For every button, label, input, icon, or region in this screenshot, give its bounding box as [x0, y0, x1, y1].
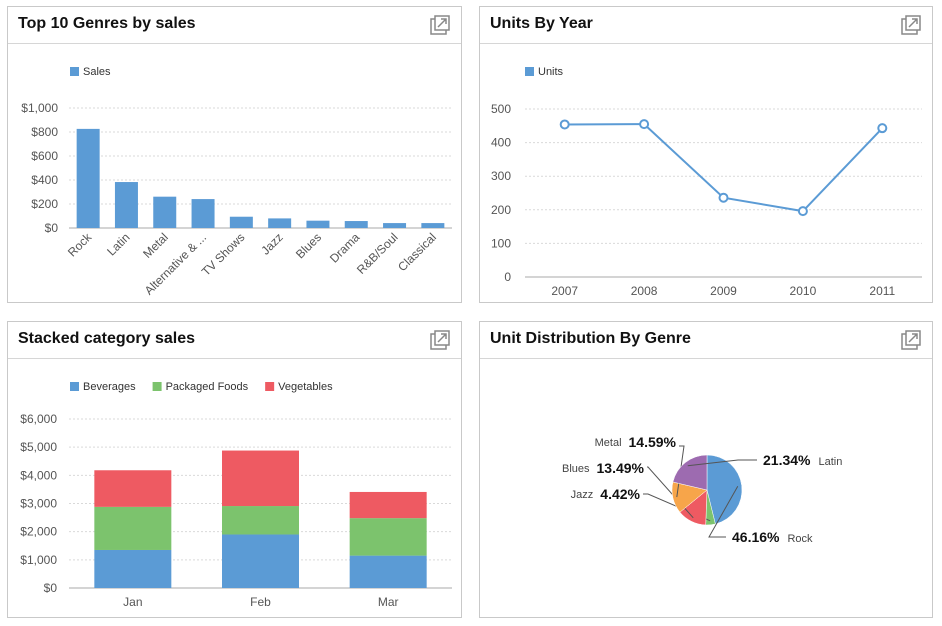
y-tick-label: $0 — [44, 581, 58, 595]
x-tick-label: 2009 — [710, 284, 737, 298]
y-tick-label: $800 — [31, 125, 58, 139]
pie-name-jazz: Jazz — [571, 489, 594, 501]
x-tick-label: Jan — [123, 595, 142, 609]
x-tick-label: Rock — [65, 230, 95, 260]
y-tick-label: 100 — [491, 236, 511, 250]
legend-swatch — [70, 67, 79, 76]
bar-tv-shows — [229, 216, 253, 228]
units-panel: Units By Year Units 0 100 200 300 400 500 2007 2… — [479, 6, 933, 303]
legend-swatch — [70, 382, 79, 391]
x-tick-label: Drama — [327, 230, 363, 266]
bar-rock — [76, 128, 100, 228]
y-tick-label: $0 — [45, 221, 59, 235]
bar-feb-beverages — [222, 534, 299, 588]
point-2011 — [877, 123, 888, 134]
expand-icon[interactable] — [429, 329, 451, 351]
expand-icon[interactable] — [429, 14, 451, 36]
bar-latin — [114, 182, 138, 228]
legend-swatch — [265, 382, 275, 391]
bar-metal — [153, 196, 177, 228]
x-tick-label: 2011 — [869, 284, 895, 298]
expand-icon[interactable] — [900, 329, 922, 351]
x-tick-label: 2007 — [551, 284, 578, 298]
bar-feb-vegetables — [222, 450, 299, 507]
bar-mar-beverages — [349, 555, 427, 588]
bar-feb-packaged-foods — [222, 506, 299, 535]
bar-alternative- — [191, 199, 215, 228]
x-tick-label: 2010 — [790, 284, 817, 298]
x-tick-label: Metal — [140, 230, 171, 261]
bar-mar-packaged-foods — [349, 518, 427, 556]
legend-swatch — [525, 67, 534, 76]
pie-name-metal: Metal — [595, 437, 622, 449]
units-line-chart: Units 0 100 200 300 400 500 2007 2008 2009 2010 201… — [491, 66, 922, 298]
genres-panel-header: Top 10 Genres by sales — [8, 7, 461, 44]
legend-label: Vegetables — [278, 381, 333, 393]
y-tick-label: $2,000 — [20, 525, 57, 539]
genres-panel: Top 10 Genres by sales Sales $0 $200 $400 $6… — [7, 6, 462, 303]
y-tick-label: $5,000 — [20, 440, 57, 454]
legend-label: Packaged Foods — [166, 381, 249, 393]
pie-name-latin: Latin — [818, 456, 842, 468]
expand-icon[interactable] — [900, 14, 922, 36]
y-tick-label: 0 — [504, 270, 511, 284]
y-tick-label: $200 — [31, 197, 58, 211]
pie-pct-metal: 14.59% — [629, 434, 677, 450]
y-tick-label: 400 — [491, 136, 511, 150]
legend-label: Beverages — [83, 381, 136, 393]
bar-drama — [344, 221, 368, 228]
genres-panel-title: Top 10 Genres by sales — [18, 15, 196, 32]
y-tick-label: $1,000 — [20, 553, 57, 567]
pie-name-blues: Blues — [562, 463, 590, 475]
point-2010 — [797, 206, 808, 217]
bar-mar-vegetables — [349, 491, 427, 519]
bar-jan-beverages — [94, 549, 172, 588]
stacked-panel: Stacked category sales Beverages Packaged… — [7, 321, 462, 618]
x-tick-label: 2008 — [631, 284, 658, 298]
x-tick-label: Jazz — [258, 230, 285, 257]
bar-jan-vegetables — [94, 470, 172, 507]
pie-pct-latin: 21.34% — [763, 452, 811, 468]
x-tick-label: Classical — [395, 230, 439, 274]
stacked-panel-header: Stacked category sales — [8, 322, 461, 359]
units-panel-header: Units By Year — [480, 7, 932, 44]
y-tick-label: $4,000 — [20, 468, 57, 482]
stacked-panel-title: Stacked category sales — [18, 330, 195, 347]
point-2009 — [718, 192, 729, 203]
y-tick-label: $3,000 — [20, 497, 57, 511]
x-tick-label: Feb — [250, 595, 271, 609]
point-2008 — [639, 119, 650, 130]
y-tick-label: 300 — [491, 169, 511, 183]
x-tick-label: Blues — [293, 230, 324, 261]
legend-swatch — [152, 382, 162, 391]
units-panel-title: Units By Year — [490, 15, 593, 32]
y-tick-label: $1,000 — [21, 101, 58, 115]
pie-pct-blues: 13.49% — [597, 460, 645, 476]
x-tick-label: Latin — [104, 230, 132, 258]
y-tick-label: $400 — [31, 173, 58, 187]
bar-r-b-soul — [383, 223, 407, 228]
bar-classical — [421, 223, 445, 228]
dist-panel: Unit Distribution By Genre 46.16% Rock 4.4… — [479, 321, 933, 618]
point-2007 — [559, 119, 570, 130]
y-tick-label: 200 — [491, 203, 511, 217]
x-tick-label: Mar — [378, 595, 399, 609]
bar-jan-packaged-foods — [94, 506, 172, 550]
bar-jazz — [268, 218, 292, 228]
x-tick-label: R&B/Soul — [354, 230, 401, 277]
dist-panel-title: Unit Distribution By Genre — [490, 330, 691, 347]
pie-pct-jazz: 4.42% — [600, 486, 640, 502]
y-tick-label: 500 — [491, 102, 511, 116]
genres-bar-chart: Sales $0 $200 $400 $600 $800 $1,000 Rock Latin Me… — [21, 66, 452, 298]
genre-pie-chart: 46.16% Rock 4.42% Jazz 13.49% Blues 14.59% Meta… — [562, 434, 842, 545]
legend-label: Units — [538, 66, 564, 78]
y-tick-label: $6,000 — [20, 412, 57, 426]
pie-name-rock: Rock — [787, 533, 813, 545]
dist-panel-header: Unit Distribution By Genre — [480, 322, 932, 359]
bar-blues — [306, 220, 330, 228]
pie-pct-rock: 46.16% — [732, 529, 780, 545]
stacked-bar-chart: Beverages Packaged Foods Vegetables $0 $1,00… — [20, 381, 452, 609]
legend-label: Sales — [83, 66, 111, 78]
y-tick-label: $600 — [31, 149, 58, 163]
